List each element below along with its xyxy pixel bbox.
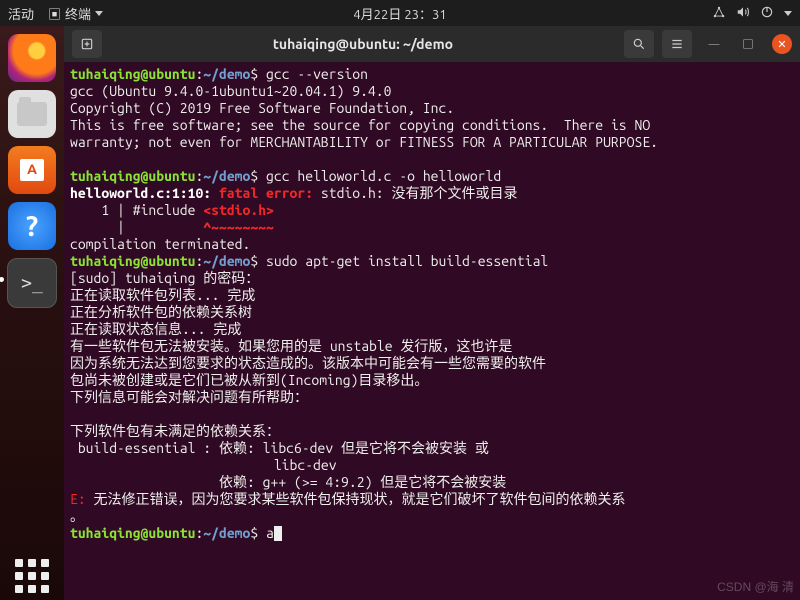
output-line: warranty; not even for MERCHANTABILITY o… — [70, 134, 658, 150]
apt-output: libc-dev — [70, 457, 337, 473]
gnome-top-bar: 活动 ▣ 终端 4月22日 23：31 — [0, 0, 800, 26]
folder-icon — [17, 102, 47, 126]
cmd-gcc-version: gcc --version — [266, 66, 368, 82]
error-line-number: 1 | — [70, 202, 133, 218]
window-titlebar[interactable]: tuhaiqing@ubuntu: ~/demo ─ □ ✕ — [64, 26, 800, 62]
terminal-window: tuhaiqing@ubuntu: ~/demo ─ □ ✕ tuhaiqing… — [64, 26, 800, 600]
window-title: tuhaiqing@ubuntu: ~/demo — [110, 36, 616, 52]
files-launcher[interactable] — [8, 90, 56, 138]
network-icon — [712, 5, 726, 22]
cmd-gcc-compile: gcc helloworld.c -o helloworld — [266, 168, 501, 184]
terminal-launcher[interactable]: >_ — [7, 258, 57, 308]
software-center-launcher[interactable] — [8, 146, 56, 194]
clock[interactable]: 4月22日 23：31 — [353, 4, 446, 23]
terminal-icon: >_ — [21, 273, 43, 294]
ubuntu-dock: ? >_ — [0, 26, 64, 600]
question-icon: ? — [26, 211, 38, 242]
new-tab-button[interactable] — [72, 30, 102, 58]
apt-error-tag: E: — [70, 491, 94, 507]
close-button[interactable]: ✕ — [772, 34, 792, 54]
app-menu[interactable]: ▣ 终端 — [48, 4, 103, 23]
power-icon — [760, 5, 774, 22]
apt-error-msg: 无法修正错误，因为您要求某些软件包保持现状，就是它们破坏了软件包间的依赖关系 — [94, 491, 626, 507]
chevron-down-icon — [95, 11, 103, 16]
apt-output: build-essential : 依赖: libc6-dev 但是它将不会被安… — [70, 440, 489, 456]
prompt-path: ~/demo — [203, 66, 250, 82]
system-status-area[interactable] — [712, 5, 792, 22]
output-line: gcc (Ubuntu 9.4.0-1ubuntu1~20.04.1) 9.4.… — [70, 83, 391, 99]
activities-button[interactable]: 活动 — [8, 4, 34, 23]
apt-output: 下列软件包有未满足的依赖关系： — [70, 423, 280, 439]
prompt-dollar: $ — [250, 66, 258, 82]
hamburger-menu-button[interactable] — [662, 30, 692, 58]
prompt-user-host: tuhaiqing@ubuntu — [70, 253, 195, 269]
cursor — [274, 526, 282, 541]
show-applications-button[interactable] — [8, 552, 56, 600]
current-input[interactable]: a — [266, 525, 274, 541]
apt-error-dot: 。 — [70, 508, 84, 524]
error-location: helloworld.c:1:10: — [70, 185, 211, 201]
apt-output: 下列信息可能会对解决问题有所帮助： — [70, 389, 308, 405]
chevron-down-icon — [784, 11, 792, 16]
cmd-apt-install: sudo apt-get install build-essential — [266, 253, 548, 269]
apt-output: 正在读取软件包列表... 完成 — [70, 287, 255, 303]
error-caret: ^~~~~~~~~ — [203, 219, 274, 235]
apt-output: 因为系统无法达到您要求的状态造成的。该版本中可能会有一些您需要的软件 — [70, 355, 546, 371]
watermark: CSDN @海 清 — [717, 579, 794, 596]
shopping-bag-icon — [20, 159, 44, 181]
fatal-error-label: fatal error: — [219, 185, 313, 201]
search-button[interactable] — [624, 30, 654, 58]
prompt-user-host: tuhaiqing@ubuntu — [70, 525, 195, 541]
apt-output: 正在读取状态信息... 完成 — [70, 321, 241, 337]
apt-output: 包尚未被创建或是它们已被从新到(Incoming)目录移出。 — [70, 372, 428, 388]
error-caret-pad: | — [70, 219, 203, 235]
prompt-user-host: tuhaiqing@ubuntu — [70, 66, 195, 82]
error-code-highlight: <stdio.h> — [203, 202, 274, 218]
maximize-button[interactable]: □ — [738, 34, 758, 54]
apt-output: 依赖: g++ (>= 4:9.2) 但是它将不会被安装 — [70, 474, 506, 490]
output-line: Copyright (C) 2019 Free Software Foundat… — [70, 100, 454, 116]
prompt-path: ~/demo — [203, 168, 250, 184]
error-code: #include — [133, 202, 204, 218]
prompt-dollar: $ — [250, 525, 258, 541]
error-message: stdio.h: 没有那个文件或目录 — [313, 185, 517, 201]
prompt-path: ~/demo — [203, 525, 250, 541]
prompt-dollar: $ — [250, 168, 258, 184]
apt-output: 正在分析软件包的依赖关系树 — [70, 304, 252, 320]
prompt-user-host: tuhaiqing@ubuntu — [70, 168, 195, 184]
help-launcher[interactable]: ? — [8, 202, 56, 250]
terminal-output[interactable]: tuhaiqing@ubuntu:~/demo$ gcc --version g… — [64, 62, 800, 600]
app-menu-label: 终端 — [65, 4, 91, 23]
volume-icon — [736, 5, 750, 22]
sudo-password-prompt: [sudo] tuhaiqing 的密码： — [70, 270, 259, 286]
minimize-button[interactable]: ─ — [704, 34, 724, 54]
prompt-path: ~/demo — [203, 253, 250, 269]
prompt-dollar: $ — [250, 253, 258, 269]
output-line: This is free software; see the source fo… — [70, 117, 650, 133]
firefox-launcher[interactable] — [8, 34, 56, 82]
compilation-terminated: compilation terminated. — [70, 236, 250, 252]
apt-output: 有一些软件包无法被安装。如果您用的是 unstable 发行版，这也许是 — [70, 338, 512, 354]
terminal-menu-icon: ▣ — [48, 4, 61, 23]
